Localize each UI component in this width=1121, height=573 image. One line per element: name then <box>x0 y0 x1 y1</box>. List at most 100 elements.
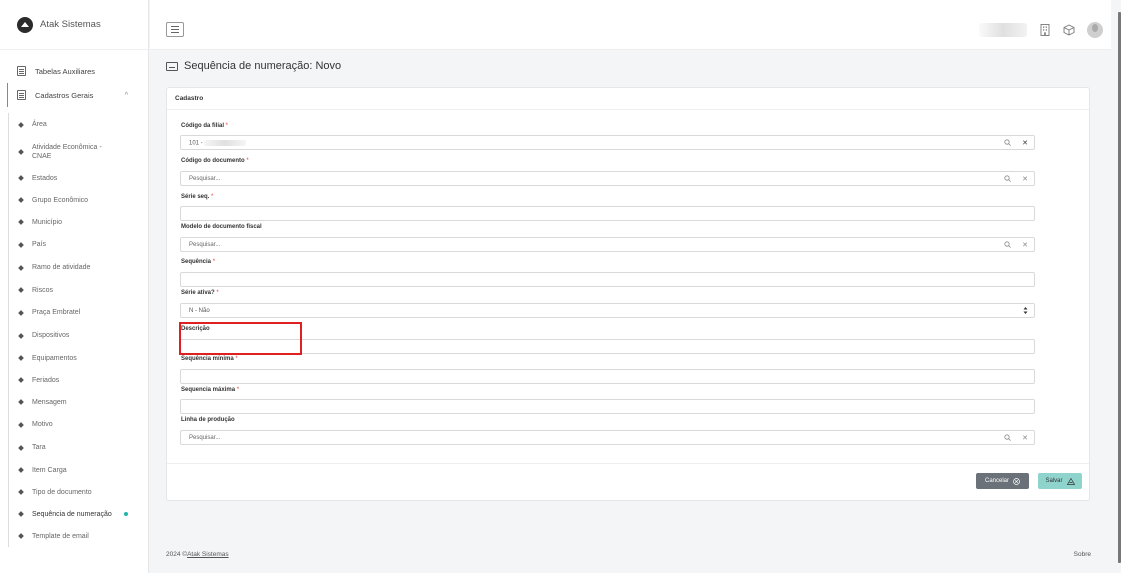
building-icon[interactable] <box>1039 24 1051 37</box>
sidebar-section-tabelas-auxiliares[interactable]: Tabelas Auxiliares <box>0 59 148 83</box>
search-icon[interactable] <box>998 238 1016 251</box>
linha-actions: ✕ <box>998 431 1034 444</box>
diamond-icon <box>18 421 24 428</box>
sidebar-item-label: Tipo de documento <box>32 488 92 496</box>
descricao-input[interactable] <box>180 339 1035 354</box>
sidebar-item-feriados[interactable]: Feriados <box>0 369 148 391</box>
sidebar-item-template-email[interactable]: Template de email <box>0 525 148 547</box>
sequencia-input[interactable] <box>180 272 1035 287</box>
cancel-button[interactable]: Cancelar <box>976 473 1029 489</box>
brand-name: Atak Sistemas <box>40 19 101 30</box>
sidebar-item-item-carga[interactable]: Item Carga <box>0 459 148 481</box>
sidebar-item-sequencia-numeracao[interactable]: Sequência de numeração <box>0 503 148 525</box>
sidebar-item-tara[interactable]: Tara <box>0 436 148 459</box>
diamond-icon <box>18 332 24 339</box>
serie-ativa-label-text: Série ativa? <box>181 290 215 296</box>
logo-icon <box>17 16 33 33</box>
brand[interactable]: Atak Sistemas <box>0 0 148 50</box>
search-icon[interactable] <box>998 172 1016 185</box>
search-icon[interactable] <box>998 136 1016 149</box>
sidebar-item-label: Equipamentos <box>32 354 77 362</box>
clear-icon[interactable]: ✕ <box>1016 431 1034 444</box>
diamond-icon <box>18 309 24 316</box>
modelo-field[interactable]: Pesquisar... ✕ <box>180 237 1035 252</box>
save-button[interactable]: Salvar <box>1038 473 1082 489</box>
required-mark: * <box>235 356 238 362</box>
diamond-icon <box>18 511 24 517</box>
sidebar-item-dispositivos[interactable]: Dispositivos <box>0 324 148 347</box>
diamond-icon <box>18 377 24 383</box>
search-icon[interactable] <box>998 431 1016 444</box>
footer-copyright: 2024 © <box>166 551 188 558</box>
sidebar-item-label: Feriados <box>32 376 60 384</box>
sidebar-item-label: Atividade Econômica - CNAE <box>32 143 102 160</box>
sidebar-item-label: Template de email <box>32 532 89 540</box>
sidebar-item-label: Mensagem <box>32 398 67 406</box>
diamond-icon <box>18 467 24 473</box>
sidebar-item-cnae[interactable]: Atividade Econômica - CNAE <box>0 136 148 167</box>
clear-icon[interactable]: ✕ <box>1016 238 1034 251</box>
modelo-placeholder: Pesquisar... <box>189 242 221 248</box>
required-mark: * <box>225 123 229 129</box>
menu-toggle-button[interactable] <box>166 22 184 37</box>
serie-ativa-select[interactable]: N - Não <box>180 303 1035 318</box>
diamond-icon <box>18 197 24 203</box>
footer-about-link[interactable]: Sobre <box>1074 551 1091 558</box>
sidebar-item-mensagem[interactable]: Mensagem <box>0 391 148 413</box>
table-icon <box>17 66 26 76</box>
linha-label: Linha de produção <box>181 417 235 423</box>
seq-max-input[interactable] <box>180 399 1035 414</box>
sidebar-submenu: Área Atividade Econômica - CNAE Estados … <box>0 113 148 547</box>
diamond-icon <box>18 264 24 271</box>
sidebar-item-municipio[interactable]: Município <box>0 211 148 233</box>
sidebar-item-label: Praça Embratel <box>32 309 81 316</box>
sidebar-item-tipo-documento[interactable]: Tipo de documento <box>0 481 148 503</box>
clear-icon[interactable]: ✕ <box>1016 136 1034 149</box>
clear-icon[interactable]: ✕ <box>1016 172 1034 185</box>
modelo-label-text: Modelo de documento fiscal <box>181 224 262 230</box>
highlight-box <box>179 322 302 355</box>
sidebar-item-label: Item Carga <box>32 466 67 474</box>
seq-max-label: Sequencia máxima * <box>181 387 239 393</box>
serie-ativa-value: N - Não <box>189 308 210 314</box>
sidebar-item-area[interactable]: Área <box>0 113 148 136</box>
sidebar-item-pais[interactable]: País <box>0 233 148 256</box>
linha-field[interactable]: Pesquisar... ✕ <box>180 430 1035 445</box>
serie-label: Série seq. * <box>181 194 213 200</box>
sidebar-item-label: Motivo <box>32 421 53 428</box>
card-title: Cadastro <box>167 88 1089 110</box>
sidebar-item-estados[interactable]: Estados <box>0 167 148 189</box>
modelo-label: Modelo de documento fiscal <box>181 224 262 230</box>
filial-label: Código da filial * <box>181 123 228 129</box>
diamond-icon <box>18 399 24 405</box>
sidebar-section-cadastros-gerais[interactable]: Cadastros Gerais ^ <box>0 83 148 107</box>
sidebar-item-label: Grupo Econômico <box>32 196 89 204</box>
sidebar: Atak Sistemas Tabelas Auxiliares Cadastr… <box>0 0 149 573</box>
sidebar-item-label: Estados <box>32 174 58 182</box>
filial-actions: ✕ <box>998 136 1034 149</box>
filial-field[interactable]: 101 - ✕ <box>180 135 1035 150</box>
sidebar-item-equipamentos[interactable]: Equipamentos <box>0 347 148 369</box>
sidebar-item-label: Riscos <box>32 286 54 294</box>
documento-field[interactable]: Pesquisar... ✕ <box>180 171 1035 186</box>
sidebar-item-ramo-atividade[interactable]: Ramo de atividade <box>0 256 148 279</box>
required-mark: * <box>211 194 214 200</box>
serie-input[interactable] <box>180 206 1035 221</box>
required-mark: * <box>216 290 219 296</box>
sidebar-item-praca-embratel[interactable]: Praça Embratel <box>0 301 148 324</box>
sidebar-section-label: Cadastros Gerais <box>35 90 94 100</box>
diamond-icon <box>18 287 24 293</box>
serie-label-text: Série seq. <box>181 194 210 200</box>
avatar[interactable] <box>1087 22 1103 38</box>
linha-placeholder: Pesquisar... <box>189 435 221 441</box>
box-icon[interactable] <box>1063 24 1075 37</box>
sidebar-item-grupo-economico[interactable]: Grupo Econômico <box>0 189 148 211</box>
footer-company-link[interactable]: Atak Sistemas <box>187 551 229 558</box>
sidebar-item-riscos[interactable]: Riscos <box>0 279 148 301</box>
seq-min-input[interactable] <box>180 369 1035 384</box>
user-info-redacted <box>979 23 1027 37</box>
sidebar-item-motivo[interactable]: Motivo <box>0 413 148 436</box>
form-icon <box>166 61 178 71</box>
diamond-icon <box>18 533 24 539</box>
required-mark: * <box>212 259 216 265</box>
